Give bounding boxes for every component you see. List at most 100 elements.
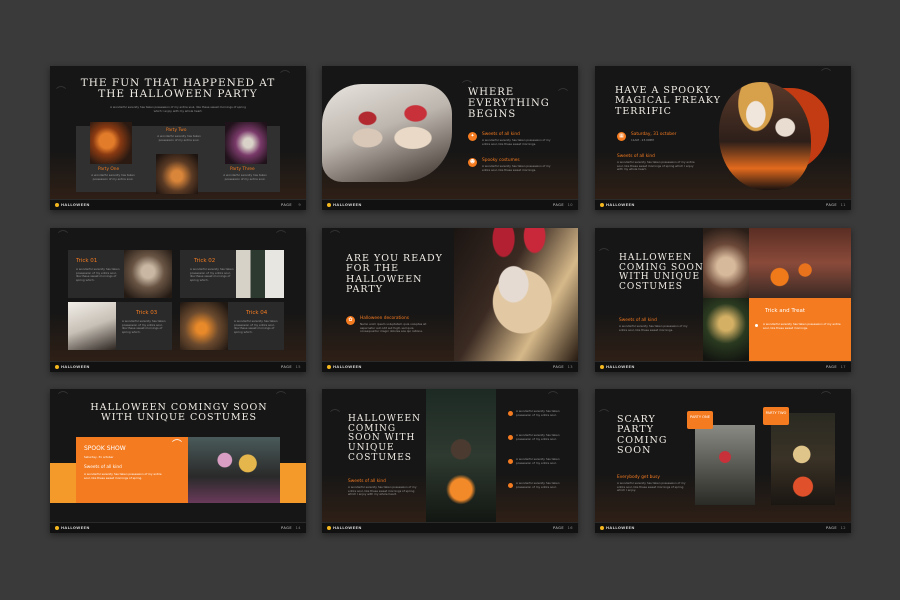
bat-icon: ⌒	[599, 249, 609, 260]
skull-photo	[771, 413, 835, 505]
page-number: 13	[567, 365, 573, 369]
pumpkin-girl-photo	[426, 389, 496, 523]
slide-4[interactable]: ⌒ ⌒ Trick 01 A wonderful serenity has ta…	[50, 228, 306, 372]
page-label: PAGE	[281, 526, 292, 530]
bullet-text: A wonderful serenity has taken possessio…	[516, 457, 560, 465]
sweets-desc: A wonderful serenity has taken possessio…	[348, 485, 417, 497]
slide-footer: HALLOWEEN PAGE 14	[50, 522, 306, 533]
slide-title: Halloween coming soon with unique costum…	[619, 253, 704, 293]
slide-footer: HALLOWEEN PAGE 17	[595, 361, 851, 372]
bat-icon: ⌒	[548, 392, 558, 403]
brand-dot	[55, 203, 59, 207]
party-two-tag[interactable]	[763, 407, 789, 425]
sweets-desc: A wonderful serenity has taken possessio…	[619, 324, 688, 332]
party-two-label: PARTY TWO	[765, 411, 787, 415]
bat-icon: ⌒	[58, 392, 68, 403]
spook-show-label: SPOOK SHOW	[84, 445, 126, 452]
page-number: 15	[295, 365, 301, 369]
bullet-text: A wonderful serenity has taken possessio…	[516, 409, 560, 417]
party-one-label: Party One	[98, 167, 120, 172]
spook-date: Saturday, 31 october	[84, 455, 114, 459]
brand-label: HALLOWEEN	[333, 203, 362, 207]
trick-4-photo	[180, 302, 228, 350]
pumpkins-photo	[749, 228, 851, 298]
decorations-label: Halloween decorations	[360, 316, 410, 321]
page-label: PAGE	[281, 203, 292, 207]
bat-icon: ⌒	[172, 440, 182, 451]
trick-treat-desc: A wonderful serenity has taken possessio…	[763, 322, 841, 330]
bat-icon: ⌒	[821, 392, 831, 403]
bat-icon: ⌒	[276, 392, 286, 403]
page-number: 10	[567, 203, 573, 207]
bullet-dot	[508, 459, 513, 464]
slide-8[interactable]: ⌒ ⌒ Halloween coming soon with unique co…	[322, 389, 578, 533]
slide-1[interactable]: ⌒ ⌒ The fun that happened at the Hallowe…	[50, 66, 306, 210]
trick-4-label: Trick 04	[246, 310, 268, 316]
sub-desc: A wonderful serenity has taken possessio…	[617, 481, 686, 493]
trick-1-label: Trick 01	[76, 258, 98, 264]
slide-footer: HALLOWEEN PAGE 10	[322, 199, 578, 210]
party-two-label: Party Two	[166, 128, 187, 133]
page-number: 11	[840, 203, 846, 207]
trick-4-desc: A wonderful serenity has taken possessio…	[234, 319, 278, 334]
candy-icon: ✦	[468, 132, 477, 141]
slide-6[interactable]: ⌒ Halloween coming soon with unique cost…	[595, 228, 851, 372]
brand-dot	[327, 526, 331, 530]
page-label: PAGE	[281, 365, 292, 369]
party-two-desc: A wonderful serenity has taken possessio…	[157, 134, 201, 142]
party-one-label: PARTY ONE	[690, 415, 710, 419]
slide-title: The fun that happened at the Halloween p…	[80, 77, 276, 101]
calendar-icon: ▦	[617, 132, 626, 141]
brand-dot	[327, 203, 331, 207]
bat-icon: ⌒	[58, 231, 68, 242]
slide-title: Are you ready for the Halloween party	[346, 253, 443, 295]
bat-icon: ⌒	[821, 69, 831, 80]
page-label: PAGE	[553, 365, 564, 369]
bat-icon: ⌒	[599, 410, 609, 421]
bullet-dot	[508, 483, 513, 488]
slide-title: Halloween comingv soon with unique costu…	[90, 402, 268, 424]
brand-dot	[600, 526, 604, 530]
brand-label: HALLOWEEN	[606, 526, 635, 530]
page-number: 9	[298, 203, 301, 207]
slide-2[interactable]: ⌒ ⌒ Where everything begins ✦ Sweets of …	[322, 66, 578, 210]
sweets-label: Sweets of all kind	[84, 465, 122, 470]
party-photo	[225, 122, 267, 164]
item-1-label: Sweets of all kind	[482, 132, 520, 137]
event-date: Saturday, 31 october	[631, 132, 677, 137]
trick-1-desc: A wonderful serenity has taken possessio…	[76, 267, 120, 282]
page-number: 17	[840, 365, 846, 369]
party-one-tag[interactable]	[687, 411, 713, 429]
bat-icon: ⌒	[276, 231, 286, 242]
trick-2-photo	[236, 250, 284, 298]
slide-5[interactable]: ⌒ Are you ready for the Halloween party …	[322, 228, 578, 372]
witch-photo	[703, 298, 749, 362]
sweets-label: Sweets of all kind	[617, 154, 655, 159]
brand-label: HALLOWEEN	[606, 203, 635, 207]
brand-label: HALLOWEEN	[333, 365, 362, 369]
couple-photo	[322, 84, 452, 182]
brand-label: HALLOWEEN	[333, 526, 362, 530]
bat-icon: ⌒	[330, 231, 340, 242]
sub-label: Everybody get busy	[617, 475, 660, 480]
slide-3[interactable]: ⌒ Have a spooky magical freaky terrific …	[595, 66, 851, 210]
trick-3-desc: A wonderful serenity has taken possessio…	[122, 319, 166, 334]
page-label: PAGE	[826, 203, 837, 207]
kids-photo	[188, 437, 280, 503]
decorations-desc: Nemo enim ipsam voluptatem quia voluptas…	[360, 322, 427, 334]
slide-footer: HALLOWEEN PAGE 9	[50, 199, 306, 210]
party-three-label: Party Three	[230, 167, 255, 172]
slide-footer: HALLOWEEN PAGE 11	[595, 199, 851, 210]
brand-dot	[600, 365, 604, 369]
costume-icon: ☻	[468, 158, 477, 167]
page-number: 16	[567, 526, 573, 530]
slide-9[interactable]: ⌒ ⌒ Scary party coming soon Everybody ge…	[595, 389, 851, 533]
bullet-dot	[755, 324, 758, 327]
slide-subtitle: A wonderful serenity has taken possessio…	[110, 105, 246, 113]
item-2-label: Spooky costumes	[482, 158, 520, 163]
page-number: 14	[295, 526, 301, 530]
bullet-dot	[508, 411, 513, 416]
slide-title: Halloween coming soon with unique costum…	[348, 414, 421, 463]
sweets-label: Sweets of all kind	[348, 479, 386, 484]
slide-7[interactable]: ⌒ ⌒ Halloween comingv soon with unique c…	[50, 389, 306, 533]
